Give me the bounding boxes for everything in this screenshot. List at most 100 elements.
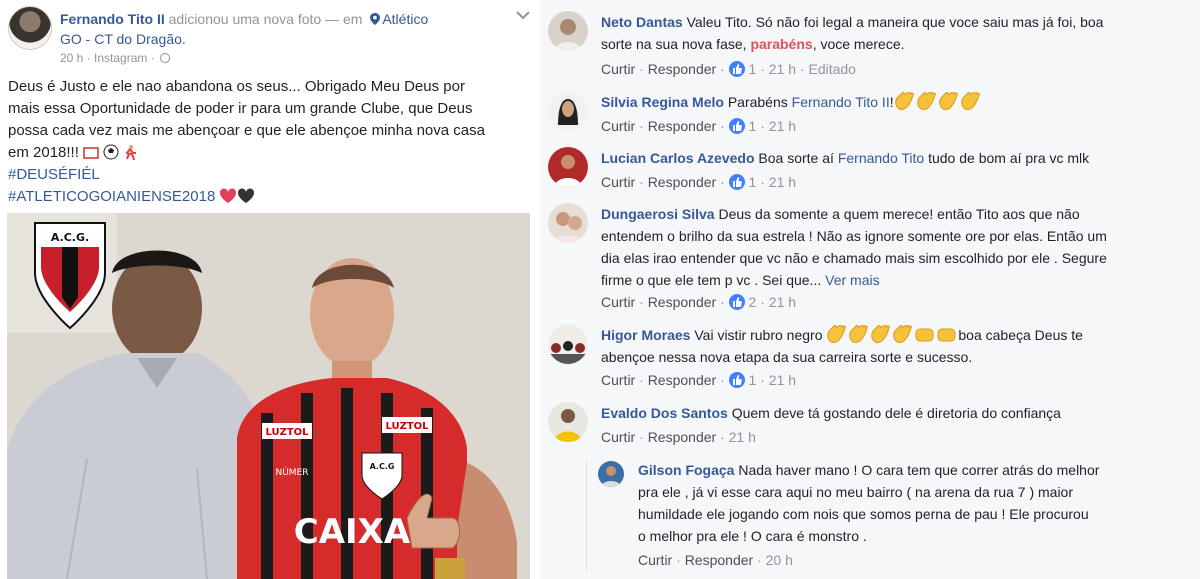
commenter-name[interactable]: Neto Dantas bbox=[601, 14, 683, 30]
like-link[interactable]: Curtir bbox=[638, 552, 672, 568]
wall-crest-text: A.C.G. bbox=[51, 231, 89, 244]
fist-bump-icon bbox=[915, 328, 934, 342]
commenter-avatar[interactable] bbox=[548, 203, 588, 243]
clap-icon bbox=[849, 325, 869, 343]
comment-time[interactable]: 21 h bbox=[769, 174, 796, 190]
hashtag-deusefiel[interactable]: #DEUSÉFIÉL bbox=[8, 164, 528, 186]
comment-actions: Curtir · Responder · 1 · 21 h · Editado bbox=[601, 61, 856, 77]
commenter-name[interactable]: Silvia Regina Melo bbox=[601, 94, 724, 110]
clap-emojis bbox=[826, 325, 958, 343]
commenter-name[interactable]: Higor Moraes bbox=[601, 327, 690, 343]
reply-link[interactable]: Responder bbox=[685, 552, 754, 568]
hashtag-atletico[interactable]: #ATLETICOGOIANIENSE2018 bbox=[8, 188, 215, 205]
comment-time[interactable]: 21 h bbox=[729, 429, 756, 445]
commenter-name[interactable]: Evaldo Dos Santos bbox=[601, 405, 728, 421]
commenter-name[interactable]: Lucian Carlos Azevedo bbox=[601, 150, 755, 166]
red-heart-icon bbox=[220, 188, 237, 203]
comment-time[interactable]: 21 h bbox=[769, 61, 796, 77]
comment-time[interactable]: 21 h bbox=[769, 372, 796, 388]
like-count[interactable]: 1 bbox=[749, 174, 757, 190]
like-count[interactable]: 1 bbox=[749, 372, 757, 388]
comment-time[interactable]: 20 h bbox=[766, 552, 793, 568]
comment-actions: Curtir · Responder · 1 · 21 h bbox=[601, 372, 797, 388]
location-link[interactable]: Atlético bbox=[382, 11, 428, 27]
reply-link[interactable]: Responder bbox=[648, 429, 717, 445]
highlighted-word: parabéns bbox=[750, 36, 813, 52]
like-link[interactable]: Curtir bbox=[601, 429, 635, 445]
replier-name[interactable]: Gilson Fogaça bbox=[638, 462, 734, 478]
comment-body: Evaldo Dos Santos Quem deve tá gostando … bbox=[601, 405, 1061, 421]
like-link[interactable]: Curtir bbox=[601, 372, 635, 388]
reply-link[interactable]: Responder bbox=[648, 61, 717, 77]
mention-link[interactable]: Fernando Tito II bbox=[792, 94, 890, 110]
like-count[interactable]: 1 bbox=[749, 118, 757, 134]
post-header: Fernando Tito II adicionou uma nova foto… bbox=[8, 6, 536, 66]
like-count-icon bbox=[728, 294, 745, 310]
shirt-sponsor-left: LUZTOL bbox=[265, 427, 309, 438]
comment-time[interactable]: 21 h bbox=[769, 118, 796, 134]
clap-icon bbox=[916, 92, 936, 110]
globe-icon bbox=[160, 53, 171, 63]
commenter-avatar[interactable] bbox=[548, 11, 588, 51]
black-heart-icon bbox=[238, 188, 255, 203]
commenter-avatar[interactable] bbox=[548, 147, 588, 187]
comment-actions: Curtir · Responder · 1 · 21 h bbox=[601, 174, 797, 190]
commenter-name[interactable]: Dungaerosi Silva bbox=[601, 206, 715, 222]
like-link[interactable]: Curtir bbox=[601, 174, 635, 190]
comment-actions: Curtir · Responder · 1 · 21 h bbox=[601, 118, 797, 134]
like-count[interactable]: 1 bbox=[749, 61, 757, 77]
author-avatar[interactable] bbox=[8, 6, 52, 50]
comment-body: Neto Dantas Valeu Tito. Só não foi legal… bbox=[601, 14, 1104, 52]
comment-body: Silvia Regina Melo Parabéns Fernando Tit… bbox=[601, 91, 1181, 113]
reply-thread-line bbox=[586, 461, 587, 571]
like-link[interactable]: Curtir bbox=[601, 118, 635, 134]
like-count-icon bbox=[728, 372, 745, 388]
soccer-ball-icon bbox=[103, 144, 119, 160]
clap-icon bbox=[938, 92, 958, 110]
post-text-line: Deus é Justo e ele nao abandona os seus.… bbox=[8, 78, 465, 95]
post-source: · Instagram · bbox=[86, 51, 155, 65]
location-link-continued[interactable]: GO - CT do Dragão. bbox=[60, 29, 186, 49]
comment-actions: Curtir · Responder · 2 · 21 h bbox=[601, 294, 797, 310]
commenter-avatar[interactable] bbox=[548, 324, 588, 364]
reply-actions: Curtir · Responder · 20 h bbox=[638, 552, 793, 568]
fist-bump-icon bbox=[937, 328, 956, 342]
shirt-main-sponsor: CAIXA bbox=[294, 512, 411, 552]
reply-link[interactable]: Responder bbox=[648, 372, 717, 388]
post-time[interactable]: 20 h bbox=[60, 51, 83, 65]
post-card: Fernando Tito II adicionou uma nova foto… bbox=[0, 0, 540, 579]
post-text-line-last: em 2018!!! bbox=[8, 142, 528, 164]
post-text: Deus é Justo e ele nao abandona os seus.… bbox=[8, 76, 528, 208]
replier-avatar[interactable] bbox=[598, 461, 624, 487]
edited-label[interactable]: Editado bbox=[808, 61, 855, 77]
chevron-down-icon[interactable] bbox=[516, 10, 530, 20]
commenter-avatar[interactable] bbox=[548, 91, 588, 131]
photo-illustration: A.C.G. LUZTOL LUZTOL A.C.G NÚMER CAIXA bbox=[7, 213, 530, 579]
shirt-crest-text: A.C.G bbox=[370, 462, 395, 471]
post-author-link[interactable]: Fernando Tito II bbox=[60, 11, 165, 27]
reply-link[interactable]: Responder bbox=[648, 118, 717, 134]
post-text-line: possa cada vez mais me abençoar e que el… bbox=[8, 122, 485, 139]
see-more-link[interactable]: Ver mais bbox=[825, 272, 879, 288]
goal-emoji-icon bbox=[83, 147, 99, 159]
like-count[interactable]: 2 bbox=[749, 294, 757, 310]
reply-link[interactable]: Responder bbox=[648, 174, 717, 190]
commenter-avatar[interactable] bbox=[548, 402, 588, 442]
like-link[interactable]: Curtir bbox=[601, 61, 635, 77]
post-photo[interactable]: A.C.G. LUZTOL LUZTOL A.C.G NÚMER CAIXA bbox=[7, 213, 530, 579]
clap-icon bbox=[827, 325, 847, 343]
like-link[interactable]: Curtir bbox=[601, 294, 635, 310]
like-count-icon bbox=[728, 174, 745, 190]
clap-icon bbox=[871, 325, 891, 343]
reply-link[interactable]: Responder bbox=[648, 294, 717, 310]
clap-icon bbox=[960, 92, 980, 110]
comment-time[interactable]: 21 h bbox=[769, 294, 796, 310]
location-pin-icon bbox=[370, 13, 381, 25]
shirt-number-label: NÚMER bbox=[275, 466, 308, 478]
mention-link[interactable]: Fernando Tito bbox=[838, 150, 924, 166]
shirt-sponsor-right: LUZTOL bbox=[385, 421, 429, 432]
comment-body: Lucian Carlos Azevedo Boa sorte aí Ferna… bbox=[601, 150, 1090, 166]
hashtag-line: #ATLETICOGOIANIENSE2018 bbox=[8, 186, 528, 208]
comments-panel: Neto Dantas Valeu Tito. Só não foi legal… bbox=[540, 0, 1200, 579]
clap-emojis bbox=[894, 92, 982, 110]
